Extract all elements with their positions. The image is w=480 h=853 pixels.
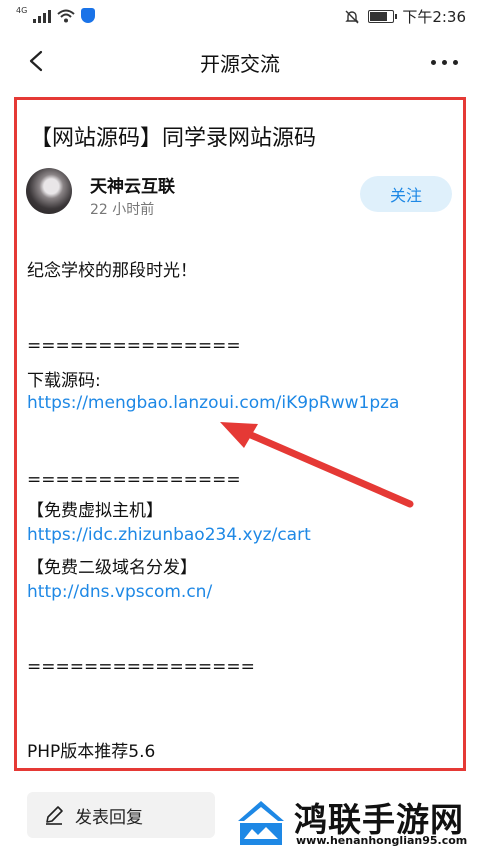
mute-bell-icon — [345, 10, 360, 23]
post-intro-text: 纪念学校的那段时光！ — [27, 261, 197, 281]
php-version-note: PHP版本推荐5.6 — [27, 742, 156, 762]
domain-link[interactable]: http://dns.vpscom.cn/ — [27, 582, 212, 602]
status-left: 4G — [16, 6, 96, 23]
wifi-icon — [57, 9, 75, 22]
app-shield-icon — [81, 8, 96, 23]
signal-icon — [33, 9, 52, 23]
watermark-logo-icon — [232, 795, 290, 847]
more-options-icon[interactable] — [431, 60, 458, 65]
follow-button[interactable]: 关注 — [360, 176, 452, 212]
navbar: 开源交流 — [0, 36, 480, 88]
divider-line: =============== — [27, 470, 241, 490]
network-type-label: 4G — [16, 6, 28, 15]
page-title: 开源交流 — [200, 52, 280, 76]
status-time: 下午2:36 — [402, 8, 466, 26]
red-arrow-annotation — [220, 422, 414, 508]
author-name[interactable]: 天神云互联 — [90, 172, 175, 197]
status-bar: 4G 下午2:36 — [0, 0, 480, 32]
watermark-url: www.henanhonglian95.com — [296, 834, 468, 847]
reply-label: 发表回复 — [75, 807, 143, 828]
domain-label: 【免费二级域名分发】 — [27, 558, 197, 578]
reply-input[interactable]: 发表回复 — [27, 792, 215, 838]
vhost-label: 【免费虚拟主机】 — [27, 501, 163, 521]
author-avatar[interactable] — [26, 168, 72, 214]
divider-line: =============== — [27, 336, 241, 356]
status-right: 下午2:36 — [344, 6, 466, 27]
watermark: 鸿联手游网 www.henanhonglian95.com — [232, 793, 472, 849]
battery-icon — [368, 10, 398, 23]
download-link[interactable]: https://mengbao.lanzoui.com/iK9pRww1pza — [27, 393, 399, 413]
vhost-link[interactable]: https://idc.zhizunbao234.xyz/cart — [27, 525, 311, 545]
post-title: 【网站源码】同学录网站源码 — [30, 126, 317, 151]
divider-line: ================ — [27, 657, 255, 677]
post-time: 22 小时前 — [90, 202, 155, 218]
download-label: 下载源码: — [27, 371, 101, 391]
pencil-icon — [46, 806, 63, 825]
